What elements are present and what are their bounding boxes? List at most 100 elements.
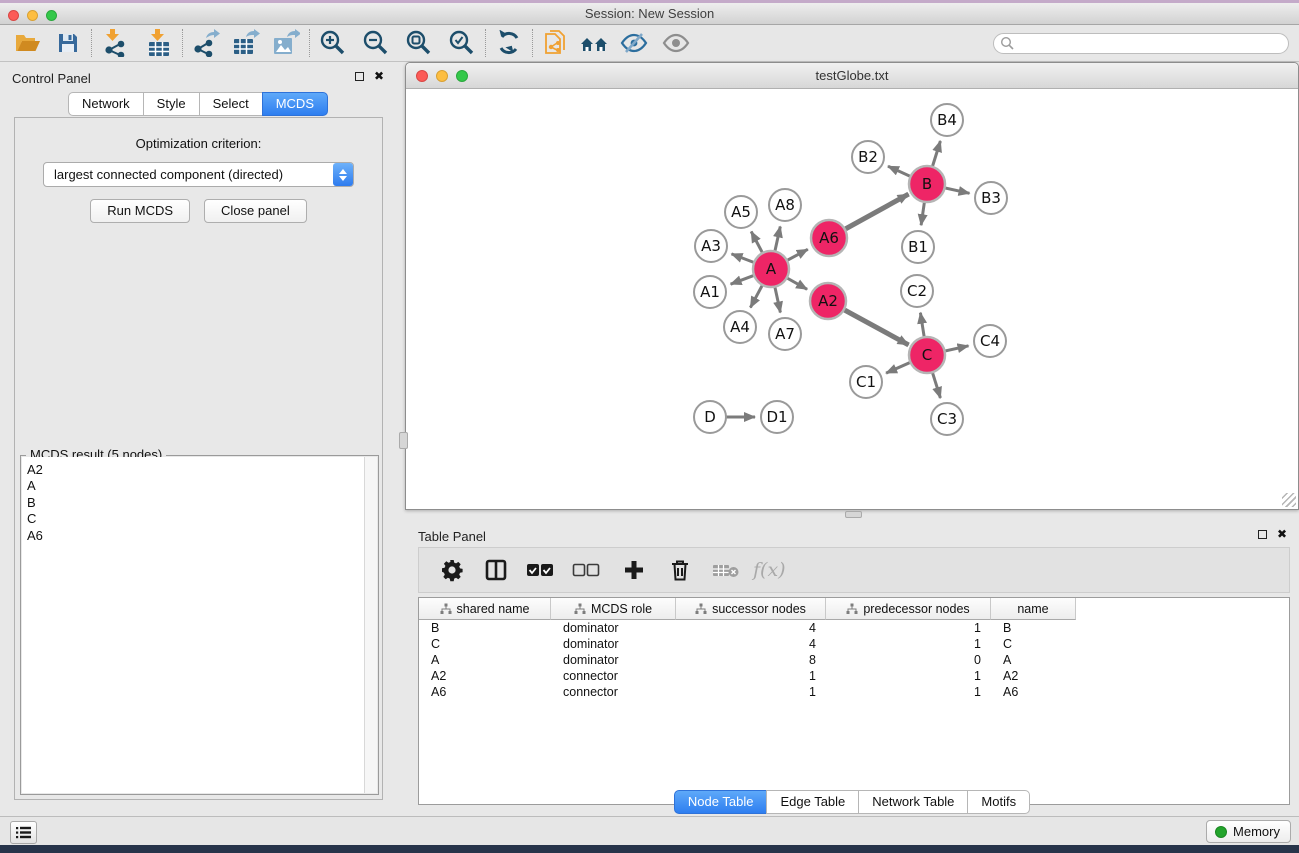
table-row[interactable]: Cdominator41C <box>419 636 1289 652</box>
search-input[interactable] <box>1015 36 1275 50</box>
result-list-scrollbar[interactable] <box>364 457 377 793</box>
window-resize-grip[interactable] <box>1282 493 1296 507</box>
tab-node-table[interactable]: Node Table <box>674 790 768 814</box>
svg-text:A4: A4 <box>730 318 750 336</box>
table-cell: dominator <box>551 653 676 667</box>
close-panel-button[interactable]: Close panel <box>204 199 307 223</box>
graph-node-C2[interactable]: C2 <box>901 275 933 307</box>
table-row[interactable]: A6connector11A6 <box>419 684 1289 700</box>
result-list-item[interactable]: A2 <box>27 462 377 478</box>
graph-node-A1[interactable]: A1 <box>694 276 726 308</box>
graph-node-C1[interactable]: C1 <box>850 366 882 398</box>
tab-motifs[interactable]: Motifs <box>967 790 1030 814</box>
tab-network[interactable]: Network <box>68 92 144 116</box>
gear-icon[interactable] <box>435 553 469 587</box>
column-type-icon <box>440 603 452 615</box>
new-network-from-selection-icon[interactable] <box>540 27 572 59</box>
zoom-in-icon[interactable] <box>317 27 349 59</box>
column-header-shared-name[interactable]: shared name <box>419 598 551 620</box>
table-cell: A2 <box>991 669 1076 683</box>
close-table-panel-icon[interactable]: ✖ <box>1277 527 1287 541</box>
split-columns-icon[interactable] <box>479 553 513 587</box>
graph-node-A8[interactable]: A8 <box>769 189 801 221</box>
tab-network-table[interactable]: Network Table <box>858 790 968 814</box>
delete-table-icon[interactable] <box>709 553 743 587</box>
memory-button[interactable]: Memory <box>1206 820 1291 843</box>
table-row[interactable]: Bdominator41B <box>419 620 1289 636</box>
function-builder-icon[interactable]: f(x) <box>753 559 786 581</box>
graph-node-C3[interactable]: C3 <box>931 403 963 435</box>
horizontal-split-grip[interactable] <box>845 511 862 518</box>
close-panel-icon[interactable]: ✖ <box>374 69 384 83</box>
column-header-successor-nodes[interactable]: successor nodes <box>676 598 826 620</box>
graph-node-A3[interactable]: A3 <box>695 230 727 262</box>
graph-node-A4[interactable]: A4 <box>724 311 756 343</box>
zoom-fit-icon[interactable] <box>403 27 435 59</box>
svg-text:B1: B1 <box>908 238 928 256</box>
graph-node-A[interactable]: A <box>753 251 789 287</box>
deselect-all-icon[interactable] <box>569 553 603 587</box>
graph-node-D[interactable]: D <box>694 401 726 433</box>
graph-node-A5[interactable]: A5 <box>725 196 757 228</box>
table-panel: Table Panel ✖ f(x) shared nameMCDS roles… <box>405 520 1299 816</box>
open-file-icon[interactable] <box>12 27 44 59</box>
graph-node-C4[interactable]: C4 <box>974 325 1006 357</box>
column-type-icon <box>695 603 707 615</box>
tab-edge-table[interactable]: Edge Table <box>766 790 859 814</box>
mcds-result-list[interactable]: A2ABCA6 <box>22 457 377 793</box>
export-table-icon[interactable] <box>230 27 262 59</box>
desktop-wallpaper-bottom <box>0 845 1299 853</box>
table-cell: 4 <box>676 637 826 651</box>
graph-node-B2[interactable]: B2 <box>852 141 884 173</box>
zoom-out-icon[interactable] <box>360 27 392 59</box>
network-canvas[interactable]: B4 B2 B B3 A8 A5 A6 B1 A3 A A1 C2 A2 A4 A7 C4 C C1 C3 D D1 <box>406 89 1298 509</box>
graph-node-B3[interactable]: B3 <box>975 182 1007 214</box>
save-session-icon[interactable] <box>52 27 84 59</box>
graph-node-D1[interactable]: D1 <box>761 401 793 433</box>
result-list-item[interactable]: C <box>27 511 377 527</box>
delete-column-icon[interactable] <box>663 553 697 587</box>
export-network-icon[interactable] <box>190 27 222 59</box>
graph-node-A2[interactable]: A2 <box>810 283 846 319</box>
result-list-item[interactable]: A6 <box>27 528 377 544</box>
table-cell: 1 <box>826 637 991 651</box>
network-window-titlebar[interactable]: testGlobe.txt <box>406 63 1298 89</box>
column-header-MCDS-role[interactable]: MCDS role <box>551 598 676 620</box>
graph-node-B[interactable]: B <box>909 166 945 202</box>
panel-menu-button[interactable] <box>10 821 37 844</box>
show-all-icon[interactable] <box>660 27 692 59</box>
zoom-selected-icon[interactable] <box>446 27 478 59</box>
node-table[interactable]: shared nameMCDS rolesuccessor nodesprede… <box>418 597 1290 805</box>
float-table-panel-icon[interactable] <box>1258 530 1267 539</box>
optimization-criterion-select[interactable]: largest connected component (directed) <box>43 162 354 187</box>
hide-selected-icon[interactable] <box>618 27 650 59</box>
graph-node-A7[interactable]: A7 <box>769 318 801 350</box>
graph-node-B1[interactable]: B1 <box>902 231 934 263</box>
svg-text:B3: B3 <box>981 189 1001 207</box>
table-cell: dominator <box>551 621 676 635</box>
import-network-icon[interactable] <box>99 27 131 59</box>
select-all-icon[interactable] <box>523 553 557 587</box>
column-header-name[interactable]: name <box>991 598 1076 620</box>
vertical-split-grip[interactable] <box>399 432 408 449</box>
export-image-icon[interactable] <box>270 27 302 59</box>
result-list-item[interactable]: B <box>27 495 377 511</box>
table-row[interactable]: A2connector11A2 <box>419 668 1289 684</box>
control-panel-title: Control Panel <box>12 71 91 86</box>
table-row[interactable]: Adominator80A <box>419 652 1289 668</box>
graph-node-A6[interactable]: A6 <box>811 220 847 256</box>
tab-style[interactable]: Style <box>143 92 200 116</box>
run-mcds-button[interactable]: Run MCDS <box>90 199 190 223</box>
first-neighbors-icon[interactable] <box>578 27 610 59</box>
column-header-predecessor-nodes[interactable]: predecessor nodes <box>826 598 991 620</box>
refresh-icon[interactable] <box>493 27 525 59</box>
graph-node-B4[interactable]: B4 <box>931 104 963 136</box>
tab-mcds[interactable]: MCDS <box>262 92 328 116</box>
add-column-icon[interactable] <box>617 553 651 587</box>
graph-node-C[interactable]: C <box>909 337 945 373</box>
float-panel-icon[interactable] <box>355 72 364 81</box>
result-list-item[interactable]: A <box>27 478 377 494</box>
import-table-icon[interactable] <box>143 27 175 59</box>
search-field[interactable] <box>993 33 1289 54</box>
tab-select[interactable]: Select <box>199 92 263 116</box>
